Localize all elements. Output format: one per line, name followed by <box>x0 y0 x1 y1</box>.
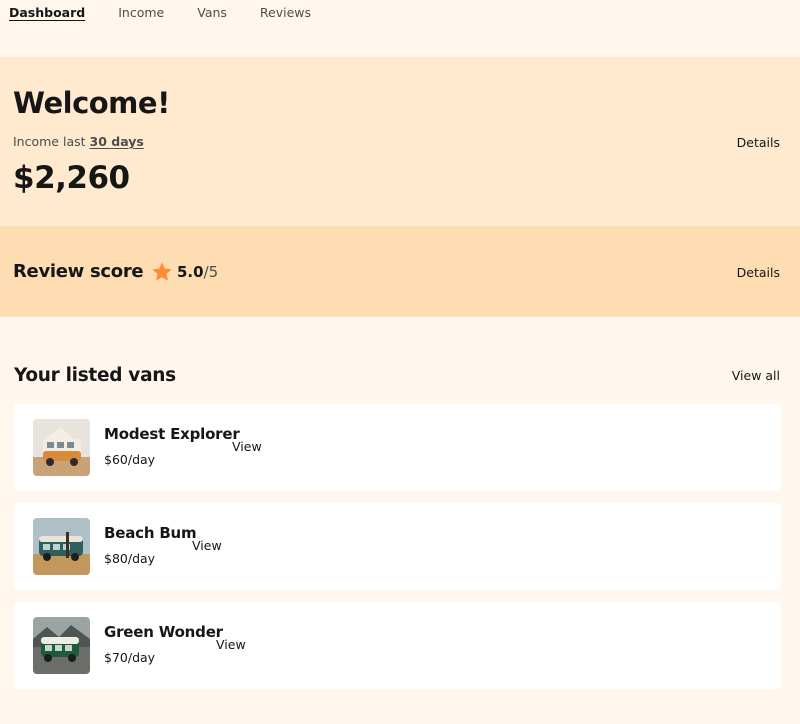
income-details-link[interactable]: Details <box>737 135 780 150</box>
van-name: Beach Bum <box>104 524 197 542</box>
van-card-modest-explorer[interactable]: Modest Explorer $60/day View <box>14 404 781 491</box>
welcome-heading: Welcome! <box>13 86 170 120</box>
van-name: Green Wonder <box>104 623 223 641</box>
review-score-number: 5.0 <box>177 263 204 281</box>
income-subtitle: Income last 30 days <box>13 134 144 149</box>
review-score-value: 5.0/5 <box>177 263 218 281</box>
review-score-max: /5 <box>203 263 219 281</box>
income-amount: $2,260 <box>13 160 130 196</box>
van-view-link[interactable]: View <box>232 439 262 454</box>
star-icon <box>152 262 172 281</box>
van-thumbnail <box>33 518 90 575</box>
nav-dashboard[interactable]: Dashboard <box>9 6 85 20</box>
van-card-beach-bum[interactable]: Beach Bum $80/day View <box>14 503 781 590</box>
nav-reviews[interactable]: Reviews <box>260 6 311 20</box>
van-price: $70/day <box>104 650 156 665</box>
van-price: $60/day <box>104 452 156 467</box>
income-subtitle-prefix: Income last <box>13 134 86 149</box>
top-nav: Dashboard Income Vans Reviews <box>0 0 800 56</box>
van-name: Modest Explorer <box>104 425 240 443</box>
van-price: $80/day <box>104 551 156 566</box>
review-score-heading: Review score <box>13 261 144 282</box>
van-thumbnail <box>33 419 90 476</box>
van-thumbnail <box>33 617 90 674</box>
listed-vans-heading: Your listed vans <box>14 365 176 386</box>
nav-income[interactable]: Income <box>118 6 164 20</box>
van-view-link[interactable]: View <box>192 538 222 553</box>
van-card-green-wonder[interactable]: Green Wonder $70/day View <box>14 602 781 689</box>
income-period-link[interactable]: 30 days <box>90 134 144 149</box>
view-all-vans-link[interactable]: View all <box>732 368 780 383</box>
nav-vans[interactable]: Vans <box>197 6 227 20</box>
review-details-link[interactable]: Details <box>737 265 780 280</box>
van-view-link[interactable]: View <box>216 637 246 652</box>
